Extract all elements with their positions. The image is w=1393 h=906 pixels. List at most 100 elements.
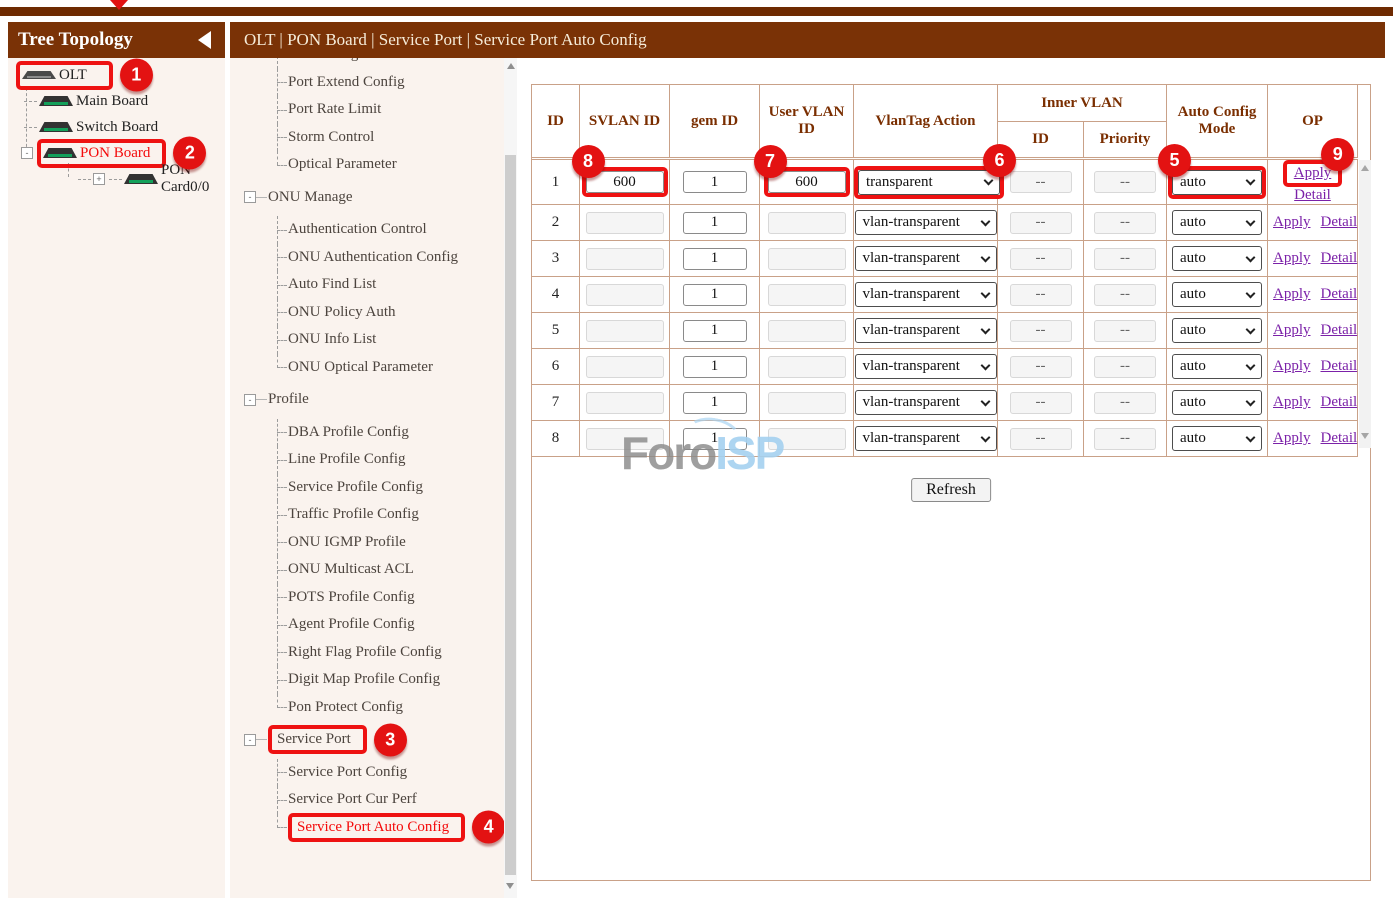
vlantag-action-select[interactable]: vlan-transparent bbox=[855, 210, 997, 235]
menu-item-storm-control[interactable]: Storm Control bbox=[230, 124, 504, 152]
inner-vlan-priority-field[interactable] bbox=[1094, 171, 1156, 193]
menu-item-onu-optical-parameter[interactable]: ONU Optical Parameter bbox=[230, 354, 504, 382]
apply-link[interactable]: Apply bbox=[1294, 165, 1332, 181]
menu-item-service-port[interactable]: -Service Port3 bbox=[230, 726, 504, 754]
inner-vlan-priority-field[interactable] bbox=[1094, 392, 1156, 414]
auto-config-mode-select[interactable]: auto bbox=[1172, 210, 1262, 235]
user-vlan-id-input[interactable] bbox=[768, 392, 846, 414]
tree-expander-icon[interactable]: + bbox=[93, 173, 105, 185]
gem-id-input[interactable] bbox=[683, 356, 747, 378]
menu-item-auto-find-list[interactable]: Auto Find List bbox=[230, 271, 504, 299]
scrollbar-thumb[interactable] bbox=[505, 155, 516, 875]
detail-link[interactable]: Detail bbox=[1321, 358, 1358, 374]
user-vlan-id-input[interactable] bbox=[768, 212, 846, 234]
detail-link[interactable]: Detail bbox=[1321, 430, 1358, 446]
menu-item-profile[interactable]: -Profile bbox=[230, 386, 504, 414]
svlan-id-input[interactable] bbox=[586, 428, 664, 450]
apply-link[interactable]: Apply bbox=[1273, 250, 1311, 266]
menu-item-service-port-auto-config[interactable]: Service Port Auto Config4 bbox=[230, 814, 504, 842]
gem-id-input[interactable] bbox=[683, 248, 747, 270]
user-vlan-id-input[interactable] bbox=[768, 356, 846, 378]
detail-link[interactable]: Detail bbox=[1321, 322, 1358, 338]
gem-id-input[interactable] bbox=[683, 320, 747, 342]
vlantag-action-select[interactable]: vlan-transparent bbox=[855, 318, 997, 343]
inner-vlan-id-field[interactable] bbox=[1010, 284, 1072, 306]
inner-vlan-id-field[interactable] bbox=[1010, 320, 1072, 342]
menu-item-service-port-config[interactable]: Service Port Config bbox=[230, 759, 504, 787]
inner-vlan-priority-field[interactable] bbox=[1094, 248, 1156, 270]
menu-item-onu-multicast-acl[interactable]: ONU Multicast ACL bbox=[230, 556, 504, 584]
menu-item-digit-map-profile-config[interactable]: Digit Map Profile Config bbox=[230, 666, 504, 694]
collapse-panel-icon[interactable] bbox=[198, 31, 211, 49]
menu-item-line-profile-config[interactable]: Line Profile Config bbox=[230, 446, 504, 474]
sidebar-tree-item-pon-board[interactable]: -PON Board2 bbox=[8, 140, 225, 166]
detail-link[interactable]: Detail bbox=[1321, 394, 1358, 410]
apply-link[interactable]: Apply bbox=[1273, 322, 1311, 338]
svlan-id-input[interactable] bbox=[586, 356, 664, 378]
apply-link[interactable]: Apply bbox=[1273, 358, 1311, 374]
menu-item-port-extend-config[interactable]: Port Extend Config bbox=[230, 69, 504, 97]
inner-vlan-priority-field[interactable] bbox=[1094, 212, 1156, 234]
svlan-id-input[interactable] bbox=[586, 212, 664, 234]
menu-item-pon-protect-config[interactable]: Pon Protect Config bbox=[230, 694, 504, 722]
menu-item-port-config[interactable]: Port Config bbox=[230, 58, 504, 69]
scroll-up-icon[interactable] bbox=[1361, 165, 1369, 171]
menu-expander-icon[interactable]: - bbox=[244, 734, 256, 746]
vlantag-action-select[interactable]: transparent bbox=[858, 170, 1000, 195]
gem-id-input[interactable] bbox=[683, 392, 747, 414]
inner-vlan-id-field[interactable] bbox=[1010, 248, 1072, 270]
auto-config-mode-select[interactable]: auto bbox=[1172, 246, 1262, 271]
auto-config-mode-select[interactable]: auto bbox=[1172, 390, 1262, 415]
auto-config-mode-select[interactable]: auto bbox=[1172, 426, 1262, 451]
inner-vlan-id-field[interactable] bbox=[1010, 171, 1072, 193]
menu-item-onu-igmp-profile[interactable]: ONU IGMP Profile bbox=[230, 529, 504, 557]
menu-item-traffic-profile-config[interactable]: Traffic Profile Config bbox=[230, 501, 504, 529]
inner-vlan-priority-field[interactable] bbox=[1094, 428, 1156, 450]
sidebar-tree-item-pon-card0-0[interactable]: +PON Card0/0 bbox=[8, 166, 225, 192]
scroll-down-icon[interactable] bbox=[1361, 433, 1369, 439]
gem-id-input[interactable] bbox=[683, 212, 747, 234]
menu-item-onu-policy-auth[interactable]: ONU Policy Auth bbox=[230, 299, 504, 327]
menu-item-port-rate-limit[interactable]: Port Rate Limit bbox=[230, 96, 504, 124]
svlan-id-input[interactable] bbox=[586, 248, 664, 270]
detail-link[interactable]: Detail bbox=[1321, 250, 1358, 266]
menu-item-pots-profile-config[interactable]: POTS Profile Config bbox=[230, 584, 504, 612]
auto-config-mode-select[interactable]: auto bbox=[1172, 170, 1262, 195]
auto-config-mode-select[interactable]: auto bbox=[1172, 318, 1262, 343]
inner-vlan-id-field[interactable] bbox=[1010, 392, 1072, 414]
gem-id-input[interactable] bbox=[683, 428, 747, 450]
sidebar-tree-item-olt[interactable]: OLT1 bbox=[8, 62, 225, 88]
user-vlan-id-input[interactable] bbox=[768, 284, 846, 306]
inner-vlan-id-field[interactable] bbox=[1010, 212, 1072, 234]
table-scrollbar[interactable] bbox=[1359, 160, 1371, 448]
apply-link[interactable]: Apply bbox=[1273, 430, 1311, 446]
detail-link[interactable]: Detail bbox=[1321, 286, 1358, 302]
menu-expander-icon[interactable]: - bbox=[244, 191, 256, 203]
menu-expander-icon[interactable]: - bbox=[244, 394, 256, 406]
menu-item-service-port-cur-perf[interactable]: Service Port Cur Perf bbox=[230, 786, 504, 814]
detail-link[interactable]: Detail bbox=[1294, 187, 1331, 203]
svlan-id-input[interactable] bbox=[586, 320, 664, 342]
svlan-id-input[interactable] bbox=[586, 284, 664, 306]
apply-link[interactable]: Apply bbox=[1273, 214, 1311, 230]
menu-item-onu-authentication-config[interactable]: ONU Authentication Config bbox=[230, 244, 504, 272]
inner-vlan-priority-field[interactable] bbox=[1094, 356, 1156, 378]
sidebar-tree-item-main-board[interactable]: Main Board bbox=[8, 88, 225, 114]
tree-expander-icon[interactable]: - bbox=[21, 147, 33, 159]
gem-id-input[interactable] bbox=[683, 171, 747, 193]
inner-vlan-priority-field[interactable] bbox=[1094, 320, 1156, 342]
user-vlan-id-input[interactable] bbox=[768, 320, 846, 342]
refresh-button[interactable]: Refresh bbox=[911, 478, 991, 502]
vlantag-action-select[interactable]: vlan-transparent bbox=[855, 426, 997, 451]
auto-config-mode-select[interactable]: auto bbox=[1172, 282, 1262, 307]
menu-item-authentication-control[interactable]: Authentication Control bbox=[230, 216, 504, 244]
scroll-up-icon[interactable] bbox=[507, 63, 515, 69]
inner-vlan-priority-field[interactable] bbox=[1094, 284, 1156, 306]
apply-link[interactable]: Apply bbox=[1273, 286, 1311, 302]
gem-id-input[interactable] bbox=[683, 284, 747, 306]
user-vlan-id-input[interactable] bbox=[768, 248, 846, 270]
user-vlan-id-input[interactable] bbox=[768, 428, 846, 450]
menu-item-optical-parameter[interactable]: Optical Parameter bbox=[230, 151, 504, 179]
vlantag-action-select[interactable]: vlan-transparent bbox=[855, 246, 997, 271]
vlantag-action-select[interactable]: vlan-transparent bbox=[855, 354, 997, 379]
